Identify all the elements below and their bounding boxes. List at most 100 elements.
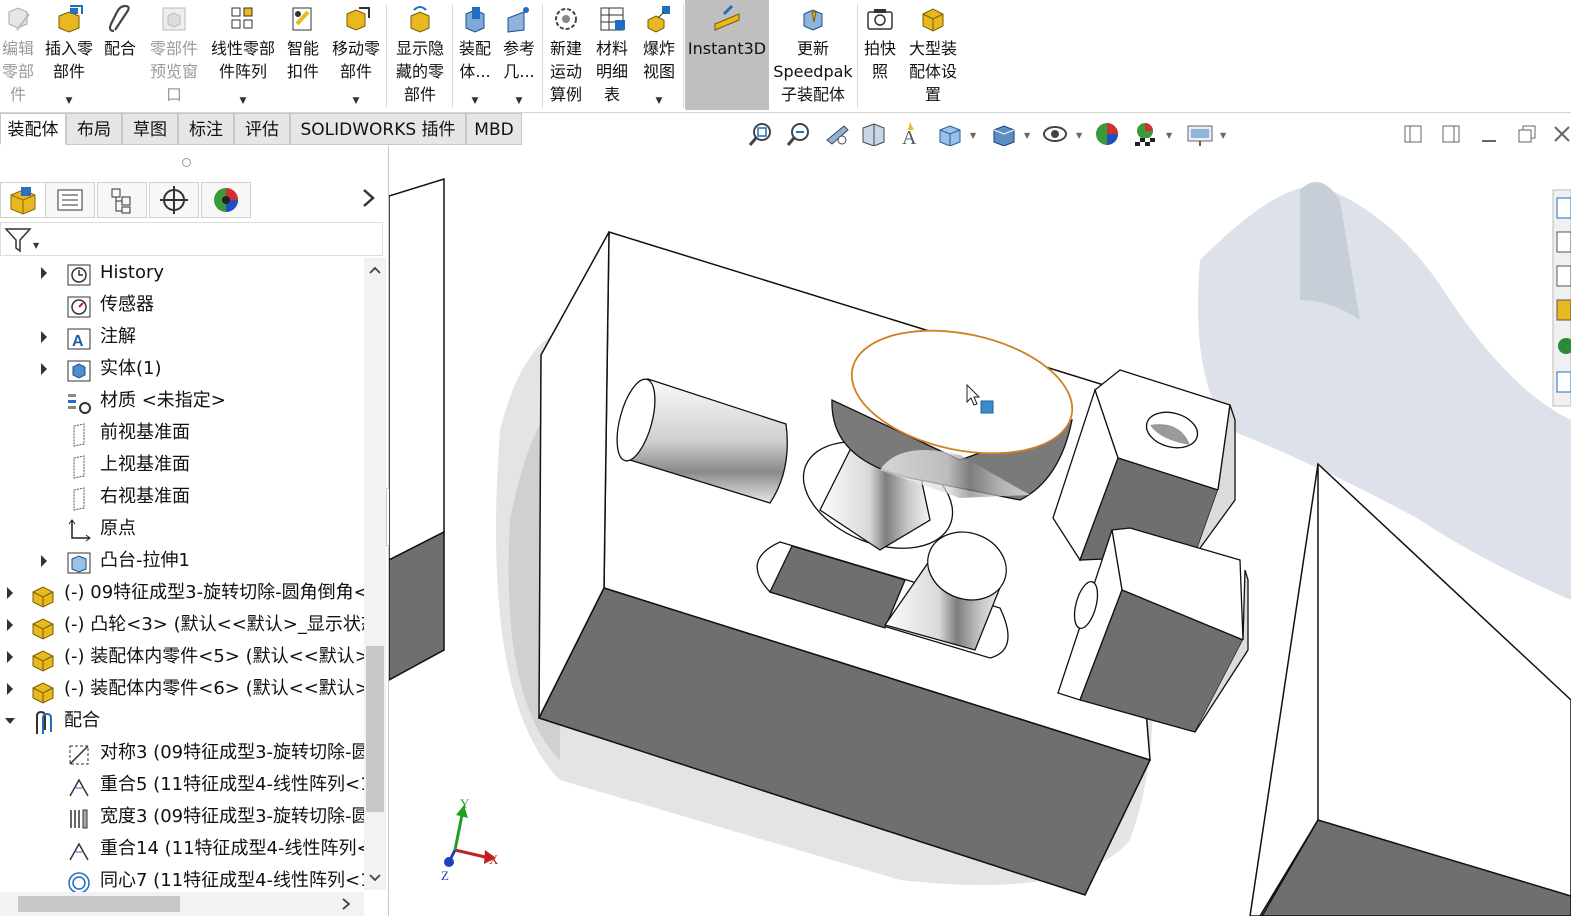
filter-bar[interactable]: ▼ bbox=[0, 222, 383, 256]
plane-icon bbox=[66, 454, 90, 479]
tab-markup[interactable]: 标注 bbox=[178, 113, 234, 145]
tree-item[interactable]: 对称3 (09特征成型3-旋转切除-圆 bbox=[0, 737, 365, 769]
filter-funnel-icon[interactable]: ▼ bbox=[3, 226, 43, 258]
hide-show-items-icon[interactable] bbox=[1042, 120, 1068, 148]
ribbon-button-bill-of-materials[interactable]: 材料 明细 表 bbox=[590, 0, 634, 110]
tree-item[interactable]: (-) 装配体内零件<6> (默认<<默认>_ bbox=[0, 673, 365, 705]
dropdown-arrow-icon[interactable]: ▼ bbox=[326, 96, 386, 106]
zoom-area-icon[interactable] bbox=[786, 120, 812, 148]
tab-mbd[interactable]: MBD bbox=[466, 113, 522, 145]
tree-item[interactable]: 前视基准面 bbox=[0, 417, 365, 449]
view-settings-dropdown[interactable]: ▼ bbox=[1220, 131, 1226, 140]
tree-item[interactable]: 右视基准面 bbox=[0, 481, 365, 513]
view-orientation-dropdown[interactable]: ▼ bbox=[970, 131, 976, 140]
expand-arrow-icon[interactable] bbox=[4, 577, 16, 609]
tree-item[interactable]: 传感器 bbox=[0, 289, 365, 321]
tree-item[interactable]: 上视基准面 bbox=[0, 449, 365, 481]
expand-arrow-icon[interactable] bbox=[38, 353, 50, 385]
expand-arrow-icon[interactable] bbox=[38, 545, 50, 577]
view-orientation-icon[interactable] bbox=[936, 120, 962, 148]
panel-splitter-handle[interactable] bbox=[182, 158, 191, 167]
tree-item[interactable]: (-) 装配体内零件<5> (默认<<默认>_ bbox=[0, 641, 365, 673]
apply-scene-dropdown[interactable]: ▼ bbox=[1166, 131, 1172, 140]
tab-sketch[interactable]: 草图 bbox=[122, 113, 178, 145]
ribbon-button-instant3d[interactable]: Instant3D bbox=[685, 0, 769, 110]
dropdown-arrow-icon[interactable]: ▼ bbox=[454, 96, 496, 106]
tree-horizontal-scrollbar[interactable] bbox=[0, 892, 364, 916]
ribbon-button-smart-fastener[interactable]: 智能 扣件 bbox=[283, 0, 323, 110]
tab-evaluate[interactable]: 评估 bbox=[234, 113, 290, 145]
tree-vertical-scrollbar[interactable] bbox=[364, 258, 386, 890]
previous-view-icon[interactable] bbox=[824, 120, 850, 148]
view-settings-icon[interactable] bbox=[1186, 120, 1213, 148]
ribbon-button-label: 编辑 零部 件 bbox=[1, 39, 34, 104]
ribbon-button-assembly-features[interactable]: 装配 体... ▼ bbox=[454, 0, 496, 110]
close-icon[interactable] bbox=[1550, 123, 1571, 145]
minimize-icon[interactable] bbox=[1478, 123, 1500, 145]
dropdown-arrow-icon[interactable]: ▼ bbox=[40, 96, 98, 106]
display-style-icon[interactable] bbox=[990, 120, 1016, 148]
tree-item[interactable]: (-) 09特征成型3-旋转切除-圆角倒角< bbox=[0, 577, 365, 609]
tab-assembly[interactable]: 装配体 bbox=[0, 113, 66, 145]
expand-arrow-icon[interactable] bbox=[4, 673, 16, 705]
apply-scene-icon[interactable] bbox=[1132, 120, 1158, 148]
tree-item[interactable]: 原点 bbox=[0, 513, 365, 545]
edit-appearance-icon[interactable] bbox=[1094, 120, 1120, 148]
tree-item[interactable]: 配合 bbox=[0, 705, 365, 737]
3d-model-view[interactable]: X Y Z bbox=[389, 146, 1571, 916]
ribbon-button-component-preview[interactable]: 零部件 预览窗 口 bbox=[144, 0, 204, 110]
feature-manager-tab[interactable] bbox=[0, 182, 50, 218]
hscroll-thumb[interactable] bbox=[18, 896, 180, 912]
restore-icon[interactable] bbox=[1516, 123, 1538, 145]
scroll-down-arrow-icon[interactable] bbox=[368, 872, 382, 886]
display-manager-tab[interactable] bbox=[201, 182, 251, 218]
dropdown-arrow-icon[interactable]: ▼ bbox=[205, 96, 281, 106]
dropdown-arrow-icon[interactable]: ▼ bbox=[636, 96, 682, 106]
ribbon-button-show-hidden[interactable]: 显示隐 藏的零 部件 bbox=[390, 0, 450, 110]
scroll-up-arrow-icon[interactable] bbox=[368, 264, 382, 278]
ribbon-button-large-assembly[interactable]: 大型装 配体设 置 bbox=[902, 0, 964, 110]
ribbon-button-exploded-view[interactable]: 爆炸 视图 ▼ bbox=[636, 0, 682, 110]
collapse-arrow-icon[interactable] bbox=[4, 705, 16, 737]
hide-show-dropdown[interactable]: ▼ bbox=[1076, 131, 1082, 140]
tree-item[interactable]: 重合5 (11特征成型4-线性阵列<1 bbox=[0, 769, 365, 801]
display-style-dropdown[interactable]: ▼ bbox=[1024, 131, 1030, 140]
move-component-icon bbox=[341, 4, 371, 34]
graphics-area[interactable]: X Y Z bbox=[389, 146, 1571, 916]
ribbon-button-move-component[interactable]: 移动零 部件 ▼ bbox=[326, 0, 386, 110]
dimxpert-manager-tab[interactable] bbox=[149, 182, 199, 218]
tile-left-icon[interactable] bbox=[1402, 123, 1424, 145]
tree-item[interactable]: A 注解 bbox=[0, 321, 365, 353]
ribbon-button-mate-paperclip[interactable]: 配合 bbox=[101, 0, 139, 110]
expand-arrow-icon[interactable] bbox=[4, 641, 16, 673]
ribbon-button-insert-component[interactable]: 插入零 部件 ▼ bbox=[40, 0, 98, 110]
tab-layout[interactable]: 布局 bbox=[66, 113, 122, 145]
ribbon-button-motion-study[interactable]: 新建 运动 算例 bbox=[544, 0, 588, 110]
tree-item[interactable]: 凸台-拉伸1 bbox=[0, 545, 365, 577]
expand-arrow-icon[interactable] bbox=[4, 609, 16, 641]
property-manager-tab[interactable] bbox=[45, 182, 95, 218]
tree-item[interactable]: 实体(1) bbox=[0, 353, 365, 385]
scroll-thumb[interactable] bbox=[366, 646, 384, 812]
tree-item[interactable]: (-) 凸轮<3> (默认<<默认>_显示状态 bbox=[0, 609, 365, 641]
tree-item[interactable]: 材质 <未指定> bbox=[0, 385, 365, 417]
scroll-right-arrow-icon[interactable] bbox=[340, 896, 352, 916]
ribbon-button-snapshot-camera[interactable]: 拍快 照 bbox=[860, 0, 900, 110]
tab-solidworks-addins[interactable]: SOLIDWORKS 插件 bbox=[290, 113, 466, 145]
panel-expand-chevron-icon[interactable] bbox=[360, 186, 378, 216]
tree-item[interactable]: 重合14 (11特征成型4-线性阵列< bbox=[0, 833, 365, 865]
configuration-manager-tab[interactable] bbox=[97, 182, 147, 218]
tile-right-icon[interactable] bbox=[1440, 123, 1462, 145]
ribbon-button-reference-geometry[interactable]: 参考 几... ▼ bbox=[498, 0, 540, 110]
dropdown-arrow-icon[interactable]: ▼ bbox=[498, 96, 540, 106]
section-view-icon[interactable] bbox=[860, 120, 886, 148]
ribbon-button-linear-pattern[interactable]: 线性零部 件阵列 ▼ bbox=[205, 0, 281, 110]
zoom-to-fit-icon[interactable] bbox=[748, 120, 774, 148]
ribbon-button-speedpak[interactable]: 更新 Speedpak 子装配体 bbox=[771, 0, 855, 110]
ribbon-button-edit-component[interactable]: 编辑 零部 件 bbox=[0, 0, 36, 110]
tree-item[interactable]: History bbox=[0, 257, 365, 289]
dynamic-annotation-icon[interactable]: A bbox=[898, 120, 924, 149]
tree-item[interactable]: 宽度3 (09特征成型3-旋转切除-圆 bbox=[0, 801, 365, 833]
expand-arrow-icon[interactable] bbox=[38, 321, 50, 353]
expand-arrow-icon[interactable] bbox=[38, 257, 50, 289]
